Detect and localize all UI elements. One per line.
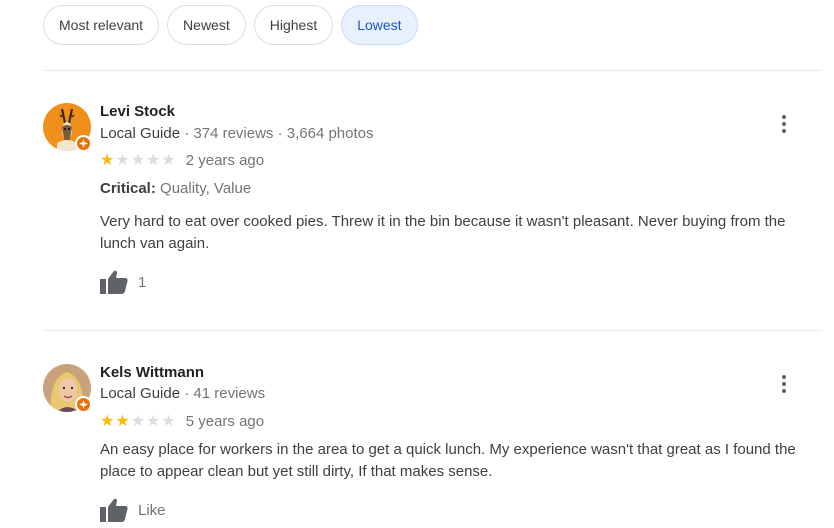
sort-newest-chip[interactable]: Newest [167, 5, 246, 45]
star-icon: ★ [161, 412, 176, 430]
more-vert-icon [782, 375, 786, 393]
avatar[interactable] [43, 364, 92, 413]
divider [43, 330, 822, 331]
star-icon: ★ [115, 412, 130, 430]
star-icon: ★ [130, 151, 146, 169]
critical-label: Critical: [100, 180, 156, 197]
like-count: 1 [138, 273, 147, 291]
reviewer-stats: · 41 reviews [180, 385, 266, 402]
avatar[interactable] [43, 103, 92, 152]
local-guide-badge-icon [75, 135, 92, 152]
star-icon: ★ [115, 151, 130, 169]
star-icon: ★ [130, 412, 146, 430]
star-icon: ★ [100, 151, 115, 169]
thumbs-up-icon [100, 270, 128, 294]
star-rating: ★ ★ ★ ★ ★ [100, 151, 176, 169]
local-guide-badge-icon [75, 396, 92, 413]
star-icon: ★ [146, 151, 161, 169]
local-guide-label: Local Guide [100, 125, 181, 142]
local-guide-label: Local Guide [100, 385, 181, 402]
reviewer-name[interactable]: Levi Stock [100, 103, 175, 120]
thumbs-up-icon [100, 498, 128, 522]
critical-value: Quality, Value [155, 180, 252, 197]
sort-chips: Most relevant Newest Highest Lowest [43, 5, 418, 45]
more-options-button[interactable] [772, 372, 796, 396]
star-icon: ★ [100, 412, 115, 430]
rating-row: ★ ★ ★ ★ ★ 5 years ago [100, 413, 264, 430]
reviewer-meta: Local Guide · 41 reviews [100, 385, 265, 402]
reviewer-name[interactable]: Kels Wittmann [100, 364, 204, 381]
divider [43, 70, 822, 71]
more-options-button[interactable] [772, 112, 796, 136]
critical-attributes: Critical: Quality, Value [100, 180, 251, 197]
review-date: 5 years ago [185, 413, 265, 430]
star-icon: ★ [161, 151, 176, 169]
sort-highest-chip[interactable]: Highest [253, 5, 334, 45]
sort-lowest-chip[interactable]: Lowest [341, 5, 418, 45]
like-label: Like [138, 501, 166, 519]
star-rating: ★ ★ ★ ★ ★ [100, 412, 176, 430]
like-button[interactable]: Like [100, 498, 166, 522]
star-icon: ★ [146, 412, 161, 430]
sort-most-relevant-chip[interactable]: Most relevant [43, 5, 160, 45]
review-text: An easy place for workers in the area to… [100, 441, 796, 480]
like-button[interactable]: 1 [100, 270, 146, 294]
review-text: Very hard to eat over cooked pies. Threw… [100, 213, 786, 252]
rating-row: ★ ★ ★ ★ ★ 2 years ago [100, 152, 264, 169]
review-date: 2 years ago [185, 152, 265, 169]
reviewer-meta: Local Guide · 374 reviews · 3,664 photos [100, 125, 374, 142]
more-vert-icon [782, 115, 786, 133]
reviewer-stats: · 374 reviews · 3,664 photos [180, 125, 374, 142]
